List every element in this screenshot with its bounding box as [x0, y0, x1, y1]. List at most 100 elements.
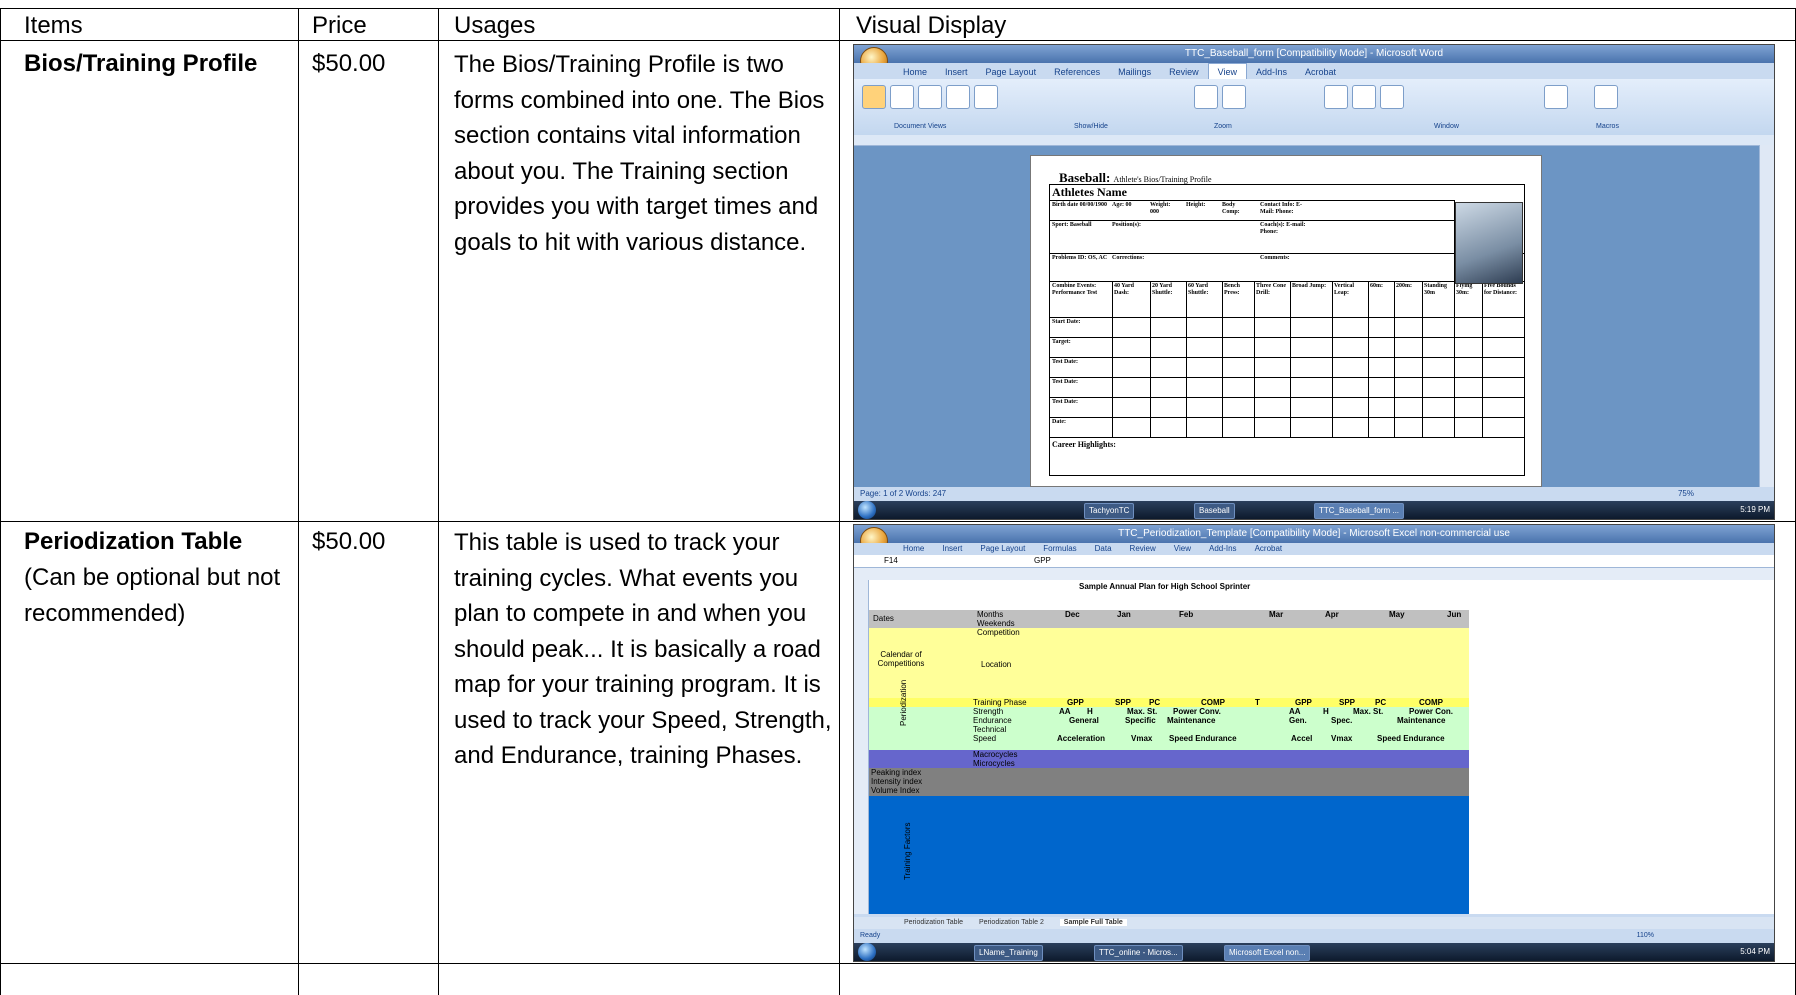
tab-formulas[interactable]: Formulas — [1034, 543, 1085, 555]
word-screenshot: TTC_Baseball_form [Compatibility Mode] -… — [853, 44, 1775, 520]
split-icon[interactable] — [1380, 85, 1404, 109]
month-label: Jun — [1447, 610, 1462, 619]
item-name: Periodization Table — [24, 528, 243, 555]
sheet-tabs: Periodization Table Periodization Table … — [854, 917, 1774, 929]
row-label: Start Date: — [1052, 319, 1081, 325]
formula-bar: F14 GPP — [854, 555, 1774, 568]
label-calendar: Calendar of Competitions — [877, 650, 925, 668]
athlete-name: Athletes Name — [1052, 185, 1127, 199]
tab-home[interactable]: Home — [894, 543, 933, 555]
item-name: Bios/Training Profile — [24, 50, 258, 77]
vertical-scrollbar[interactable] — [1759, 145, 1774, 487]
tab-review[interactable]: Review — [1160, 64, 1208, 80]
endurance-phase: Spec. — [1331, 716, 1353, 725]
grid-line — [1112, 281, 1113, 437]
tab-insert[interactable]: Insert — [933, 543, 971, 555]
draft-icon[interactable] — [974, 85, 998, 109]
tab-acrobat[interactable]: Acrobat — [1246, 543, 1292, 555]
test-header: Bench Press: — [1224, 283, 1241, 296]
taskbar-item[interactable]: TachyonTC — [1084, 503, 1135, 519]
grid-line — [1482, 281, 1483, 437]
name-box[interactable]: F14 — [884, 555, 898, 567]
test-header: 200m: — [1396, 283, 1412, 289]
group-label: Macros — [1596, 123, 1619, 130]
grid-line — [1050, 397, 1524, 398]
row-label: Test Date: — [1052, 379, 1078, 385]
zoom-100-icon[interactable] — [1222, 85, 1246, 109]
grid-line — [1050, 437, 1524, 438]
taskbar-item[interactable]: LName_Training — [974, 945, 1043, 961]
zoom-icon[interactable] — [1194, 85, 1218, 109]
grid-line — [1222, 281, 1223, 437]
label-training-factors: Training Factors — [903, 822, 912, 881]
header-price: Price — [312, 12, 367, 39]
tab-data[interactable]: Data — [1086, 543, 1121, 555]
doc-subheading: Athlete's Bios/Training Profile — [1113, 175, 1212, 184]
speed-phase: Speed Endurance — [1169, 734, 1237, 743]
clock: 5:19 PM — [1740, 505, 1770, 514]
tab-add-ins[interactable]: Add-Ins — [1200, 543, 1246, 555]
tab-page-layout[interactable]: Page Layout — [977, 64, 1046, 80]
taskbar-item[interactable]: Microsoft Excel non... — [1224, 945, 1311, 961]
new-window-icon[interactable] — [1324, 85, 1348, 109]
cycles-band — [869, 750, 1469, 768]
group-label: Zoom — [1214, 123, 1232, 130]
group-label: Window — [1434, 123, 1459, 130]
outline-icon[interactable] — [946, 85, 970, 109]
web-layout-icon[interactable] — [918, 85, 942, 109]
tab-add-ins[interactable]: Add-Ins — [1247, 64, 1296, 80]
tab-acrobat[interactable]: Acrobat — [1296, 64, 1345, 80]
phase: COMP — [1201, 698, 1225, 707]
tab-home[interactable]: Home — [894, 64, 936, 80]
field-body-comp: Body Comp: — [1222, 202, 1240, 215]
item-price: $50.00 — [312, 50, 386, 77]
phase: COMP — [1419, 698, 1443, 707]
taskbar-item[interactable]: TTC_online - Micros... — [1094, 945, 1183, 961]
item-usage: The Bios/Training Profile is two forms c… — [454, 51, 825, 256]
window-title: TTC_Periodization_Template [Compatibilit… — [854, 525, 1774, 543]
strength-phase: AA — [1289, 707, 1301, 716]
start-button-icon[interactable] — [858, 943, 876, 961]
row-label: Date: — [1052, 419, 1066, 425]
label-months: Months — [977, 610, 1004, 619]
taskbar-item[interactable]: Baseball — [1194, 503, 1235, 519]
test-header: 60 Yard Shuttle: — [1188, 283, 1209, 296]
grid-line — [1050, 200, 1454, 201]
test-header: Flying 30m: — [1456, 283, 1473, 296]
month-label: Jan — [1117, 610, 1131, 619]
status-text: Page: 1 of 2 Words: 247 — [860, 489, 947, 498]
competitions-band — [869, 628, 1469, 698]
ribbon: Document Views Show/Hide Zoom Window Mac… — [854, 79, 1774, 136]
tab-view[interactable]: View — [1207, 63, 1247, 80]
sheet-tab[interactable]: Sample Full Table — [1059, 919, 1127, 926]
tab-page-layout[interactable]: Page Layout — [971, 543, 1034, 555]
grid-line — [1050, 377, 1524, 378]
tab-review[interactable]: Review — [1121, 543, 1165, 555]
tab-view[interactable]: View — [1165, 543, 1200, 555]
group-label: Document Views — [894, 123, 947, 130]
endurance-phase: Maintenance — [1397, 716, 1446, 725]
tab-insert[interactable]: Insert — [936, 64, 977, 80]
full-screen-icon[interactable] — [890, 85, 914, 109]
grid-line — [1394, 281, 1395, 437]
start-button-icon[interactable] — [858, 501, 876, 519]
sheet-tab[interactable]: Periodization Table 2 — [979, 919, 1044, 926]
print-layout-icon[interactable] — [862, 85, 886, 109]
sheet-tab[interactable]: Periodization Table — [904, 919, 963, 926]
tab-mailings[interactable]: Mailings — [1109, 64, 1160, 80]
label-macrocycles: Macrocycles — [973, 750, 1018, 759]
field-weight: Weight: 000 — [1150, 202, 1171, 215]
month-label: Feb — [1179, 610, 1194, 619]
label-technical: Technical — [973, 725, 1007, 734]
arrange-all-icon[interactable] — [1352, 85, 1376, 109]
taskbar-item[interactable]: TTC_Baseball_form ... — [1314, 503, 1405, 519]
switch-windows-icon[interactable] — [1544, 85, 1568, 109]
label-strength: Strength — [973, 707, 1004, 716]
tab-references[interactable]: References — [1045, 64, 1109, 80]
grid-line — [1050, 417, 1524, 418]
formula-input[interactable]: GPP — [1034, 555, 1051, 567]
zoom-level: 75% — [1677, 489, 1694, 498]
macros-icon[interactable] — [1594, 85, 1618, 109]
field-sport: Sport: Baseball — [1052, 222, 1092, 228]
speed-phase: Acceleration — [1057, 734, 1106, 743]
